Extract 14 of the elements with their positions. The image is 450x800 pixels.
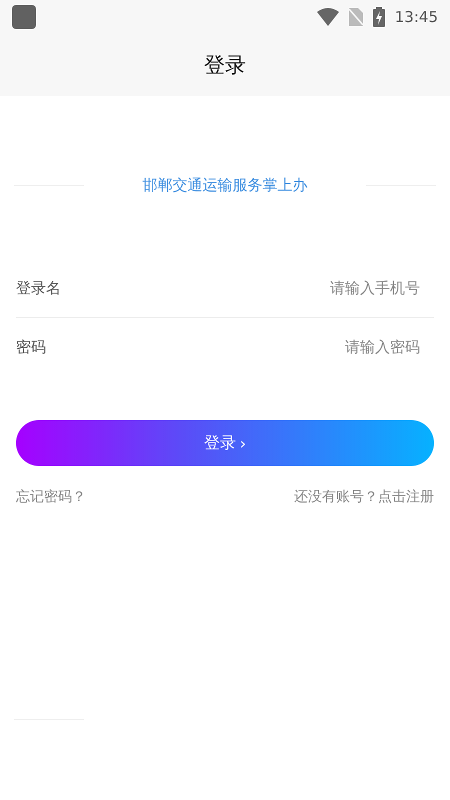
field-label: 登录名	[16, 278, 62, 298]
app-subtitle: 邯郸交通运输服务掌上办	[142, 176, 308, 195]
page-title: 登录	[204, 52, 246, 79]
field-label: 密码	[16, 338, 47, 356]
register-link[interactable]: 还没有账号？点击注册	[294, 488, 434, 506]
app-icon	[12, 5, 36, 29]
battery-charging-icon	[372, 7, 385, 27]
clock-time: 13:45	[394, 8, 438, 26]
phone-field[interactable]: 请输入手机号	[106, 279, 434, 297]
login-button[interactable]: 登录 ›	[16, 420, 434, 466]
password-field[interactable]: 请输入密码	[106, 338, 434, 356]
wifi-icon	[316, 8, 339, 26]
no-sim-icon	[348, 8, 363, 26]
forgot-password-link[interactable]: 忘记密码？	[16, 488, 86, 506]
